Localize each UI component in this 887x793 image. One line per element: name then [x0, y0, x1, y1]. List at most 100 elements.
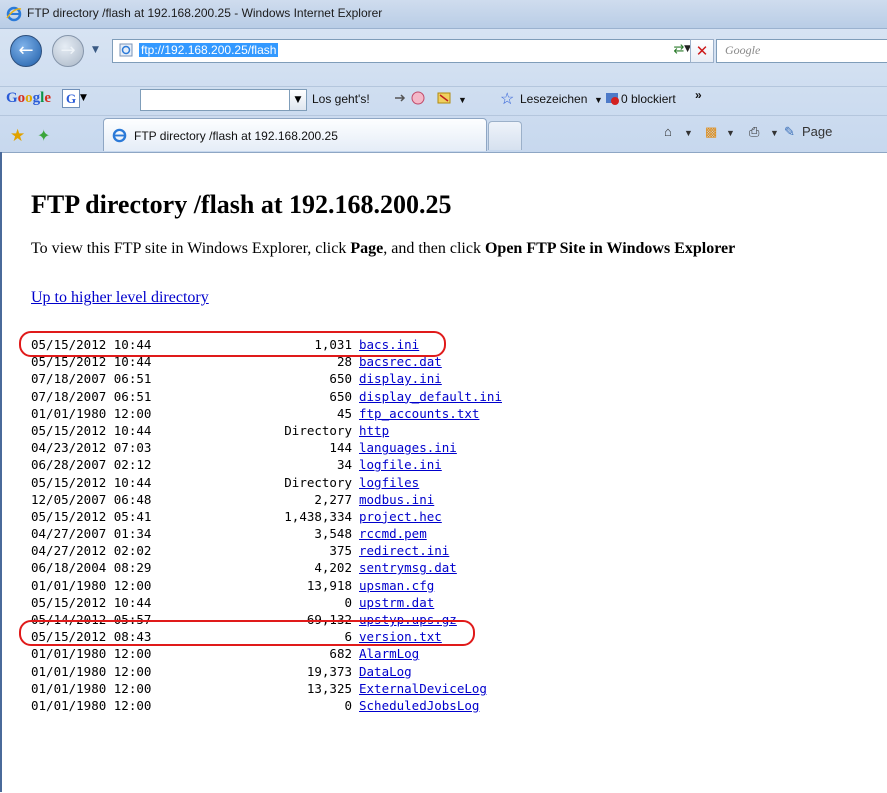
google-menu-dropdown-icon[interactable]: ▼ [80, 93, 87, 103]
google-search-box[interactable] [140, 89, 290, 111]
file-size: 34 [336, 457, 352, 473]
home-dropdown-icon[interactable]: ▼ [684, 128, 693, 138]
file-size: 2,277 [314, 491, 352, 507]
file-link[interactable]: sentrymsg.dat [359, 560, 457, 575]
forward-arrow-icon[interactable] [392, 90, 408, 106]
feeds-icon[interactable]: ▩ [705, 124, 717, 140]
file-link[interactable]: rccmd.pem [359, 526, 427, 541]
bookmarks-dropdown-icon[interactable]: ▼ [594, 95, 603, 105]
page-menu-icon[interactable]: ✎ [784, 124, 795, 140]
forward-button[interactable]: → [52, 35, 84, 67]
file-date: 01/01/1980 12:00 [31, 697, 152, 713]
file-link[interactable]: ExternalDeviceLog [359, 681, 487, 696]
highlight-circle-bacs [19, 331, 446, 357]
window-title: FTP directory /flash at 192.168.200.25 -… [27, 6, 383, 20]
file-row: 04/27/2012 02:02 375 redirect.ini [31, 542, 502, 559]
google-menu-button[interactable]: G [62, 89, 80, 108]
bookmark-star-icon[interactable]: ☆ [500, 89, 514, 109]
file-link[interactable]: upstrm.dat [359, 595, 434, 610]
print-dropdown-icon[interactable]: ▼ [770, 128, 779, 138]
file-row: 01/01/1980 12:00 682 AlarmLog [31, 645, 502, 662]
hint-open-ftp-word: Open FTP Site in Windows Explorer [484, 240, 736, 257]
blocked-count[interactable]: 0 blockiert [621, 92, 676, 106]
toolbar-overflow-icon[interactable]: » [695, 88, 702, 102]
page-title: FTP directory /flash at 192.168.200.25 [31, 190, 452, 219]
search-input[interactable]: Google [716, 39, 887, 63]
blocked-popup-icon[interactable] [604, 90, 620, 106]
hint-page-word: Page [350, 240, 384, 257]
file-link[interactable]: project.hec [359, 509, 442, 524]
file-row: 07/18/2007 06:51 650 display_default.ini [31, 388, 502, 405]
address-url[interactable]: ftp://192.168.200.25/flash [139, 43, 279, 57]
file-size: 13,918 [306, 577, 352, 593]
file-link[interactable]: AlarmLog [359, 646, 419, 661]
ie-logo-icon [6, 6, 22, 22]
file-date: 05/15/2012 10:44 [31, 422, 152, 438]
file-date: 01/01/1980 12:00 [31, 663, 152, 679]
hint-text-2: , and then click [383, 240, 485, 257]
popup-blocker-icon[interactable] [436, 90, 452, 106]
bookmarks-button[interactable]: Lesezeichen [520, 92, 587, 106]
file-date: 04/27/2007 01:34 [31, 526, 152, 542]
tab-page-icon [112, 128, 127, 143]
go-button[interactable]: Los geht's! [312, 92, 370, 106]
file-link[interactable]: upsman.cfg [359, 578, 434, 593]
file-size: 1,438,334 [284, 508, 352, 524]
home-icon[interactable]: ⌂ [664, 124, 672, 139]
file-row: 04/27/2007 01:34 3,548 rccmd.pem [31, 525, 502, 542]
google-logo[interactable]: Google [6, 90, 51, 107]
refresh-icon[interactable]: ⇄ [668, 40, 690, 60]
file-link[interactable]: logfile.ini [359, 457, 442, 472]
file-listing: 05/15/2012 10:44 1,031 bacs.ini 05/15/2012 … [31, 336, 502, 714]
file-link[interactable]: languages.ini [359, 440, 457, 455]
favorites-star-icon[interactable]: ★ [10, 126, 25, 146]
google-search-dropdown-icon[interactable]: ▼ [289, 89, 307, 111]
explorer-hint: To view this FTP site in Windows Explore… [31, 240, 735, 258]
file-date: 07/18/2007 06:51 [31, 371, 152, 387]
file-size: 3,548 [314, 526, 352, 542]
file-link[interactable]: modbus.ini [359, 492, 434, 507]
file-link[interactable]: redirect.ini [359, 543, 449, 558]
file-size: 375 [329, 543, 352, 559]
popup-dropdown-icon[interactable]: ▼ [458, 95, 467, 105]
up-directory-link[interactable]: Up to higher level directory [31, 289, 209, 307]
title-bar: FTP directory /flash at 192.168.200.25 -… [0, 0, 887, 29]
file-link[interactable]: logfiles [359, 475, 419, 490]
file-size: 13,325 [306, 680, 352, 696]
file-size: 650 [329, 388, 352, 404]
file-date: 05/15/2012 10:44 [31, 474, 152, 490]
file-row: 01/01/1980 12:00 13,918 upsman.cfg [31, 577, 502, 594]
file-link[interactable]: http [359, 423, 389, 438]
file-link[interactable]: ftp_accounts.txt [359, 406, 479, 421]
tab-ftp-directory[interactable]: FTP directory /flash at 192.168.200.25 [103, 118, 487, 151]
file-size: 682 [329, 646, 352, 662]
file-size: 0 [344, 697, 352, 713]
add-favorites-icon[interactable]: ✦ [37, 126, 50, 145]
file-size: 0 [344, 594, 352, 610]
stop-icon[interactable]: ✕ [690, 39, 714, 63]
address-bar[interactable]: ftp://192.168.200.25/flash ▼ [112, 39, 700, 63]
file-link[interactable]: DataLog [359, 664, 412, 679]
file-row: 01/01/1980 12:00 0 ScheduledJobsLog [31, 697, 502, 714]
file-date: 12/05/2007 06:48 [31, 491, 152, 507]
recent-pages-dropdown-icon[interactable]: ▼ [92, 45, 99, 55]
file-date: 01/01/1980 12:00 [31, 577, 152, 593]
window-border [0, 152, 2, 792]
file-link[interactable]: ScheduledJobsLog [359, 698, 479, 713]
file-row: 01/01/1980 12:00 45 ftp_accounts.txt [31, 405, 502, 422]
feeds-dropdown-icon[interactable]: ▼ [726, 128, 735, 138]
file-date: 01/01/1980 12:00 [31, 680, 152, 696]
print-icon[interactable]: ⎙ [749, 124, 759, 140]
file-link[interactable]: display_default.ini [359, 389, 502, 404]
back-button[interactable]: ← [10, 35, 42, 67]
file-size: Directory [284, 474, 352, 490]
new-tab-button[interactable] [488, 121, 522, 150]
page-menu-button[interactable]: Page [802, 124, 832, 139]
file-size: Directory [284, 422, 352, 438]
file-row: 05/15/2012 10:44 Directory http [31, 422, 502, 439]
file-row: 05/15/2012 10:44 Directory logfiles [31, 474, 502, 491]
file-date: 07/18/2007 06:51 [31, 388, 152, 404]
pagerank-icon[interactable] [410, 90, 426, 106]
hint-text-1: To view this FTP site in Windows Explore… [31, 240, 351, 257]
file-link[interactable]: display.ini [359, 371, 442, 386]
